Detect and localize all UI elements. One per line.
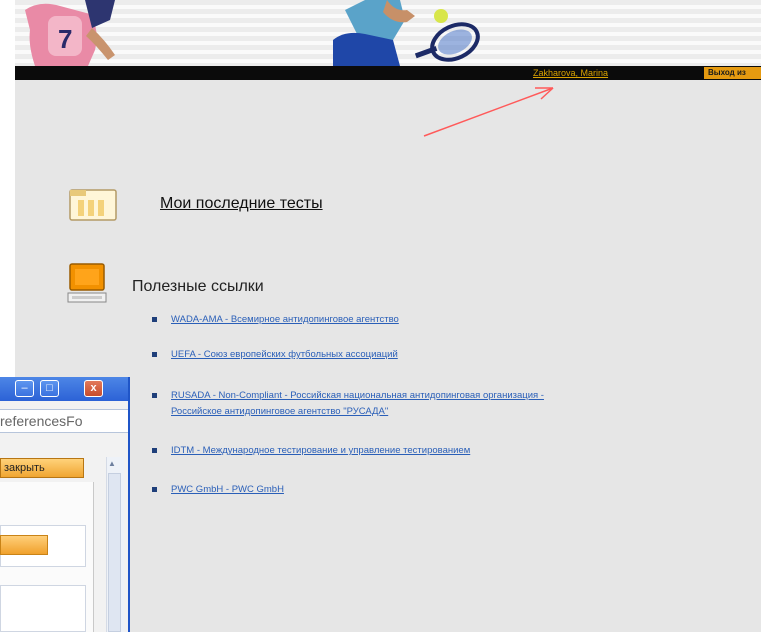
link-rusada-line2[interactable]: Российское антидопинговое агентство "РУС… — [171, 406, 388, 417]
page-left-margin — [0, 0, 15, 378]
popup-orange-button[interactable] — [0, 535, 48, 555]
close-button[interactable]: x — [84, 380, 103, 397]
link-idtm[interactable]: IDTM - Международное тестирование и упра… — [171, 445, 470, 456]
monitor-icon — [67, 263, 107, 303]
logout-button[interactable]: Выход из — [704, 67, 761, 79]
scroll-up-arrow-icon[interactable]: ▲ — [108, 459, 116, 468]
player-figure: 7 — [25, 0, 115, 66]
scrollbar-thumb[interactable] — [108, 473, 121, 632]
svg-text:7: 7 — [58, 24, 72, 54]
link-rusada[interactable]: RUSADA - Non-Compliant - Российская наци… — [171, 390, 544, 401]
popup-panel-lower — [0, 585, 86, 632]
link-pwc[interactable]: PWC GmbH - PWC GmbH — [171, 484, 284, 495]
link-bullet — [152, 317, 157, 322]
popup-address-bar[interactable]: referencesFo — [0, 409, 128, 433]
link-bullet — [152, 393, 157, 398]
my-recent-tests-link[interactable]: Мои последние тесты — [160, 195, 323, 213]
user-name-link[interactable]: Zakharova, Marina — [533, 68, 608, 78]
link-bullet — [152, 352, 157, 357]
maximize-button[interactable]: □ — [40, 380, 59, 397]
top-nav-bar — [15, 66, 761, 80]
popup-window: – □ x referencesFo закрыть ▲ — [0, 377, 130, 632]
header-banner: 7 — [15, 0, 761, 66]
popup-close-action-button[interactable]: закрыть — [0, 458, 84, 478]
tests-folder-icon — [69, 189, 117, 221]
useful-links-heading: Полезные ссылки — [132, 278, 264, 295]
header-sports-image: 7 — [25, 0, 480, 66]
link-bullet — [152, 448, 157, 453]
link-wada[interactable]: WADA-AMA - Всемирное антидопинговое аген… — [171, 314, 399, 325]
link-uefa[interactable]: UEFA - Союз европейских футбольных ассоц… — [171, 349, 398, 360]
minimize-button[interactable]: – — [15, 380, 34, 397]
popup-title-bar: – □ x — [0, 377, 128, 401]
link-bullet — [152, 487, 157, 492]
tennis-figure — [333, 0, 480, 66]
